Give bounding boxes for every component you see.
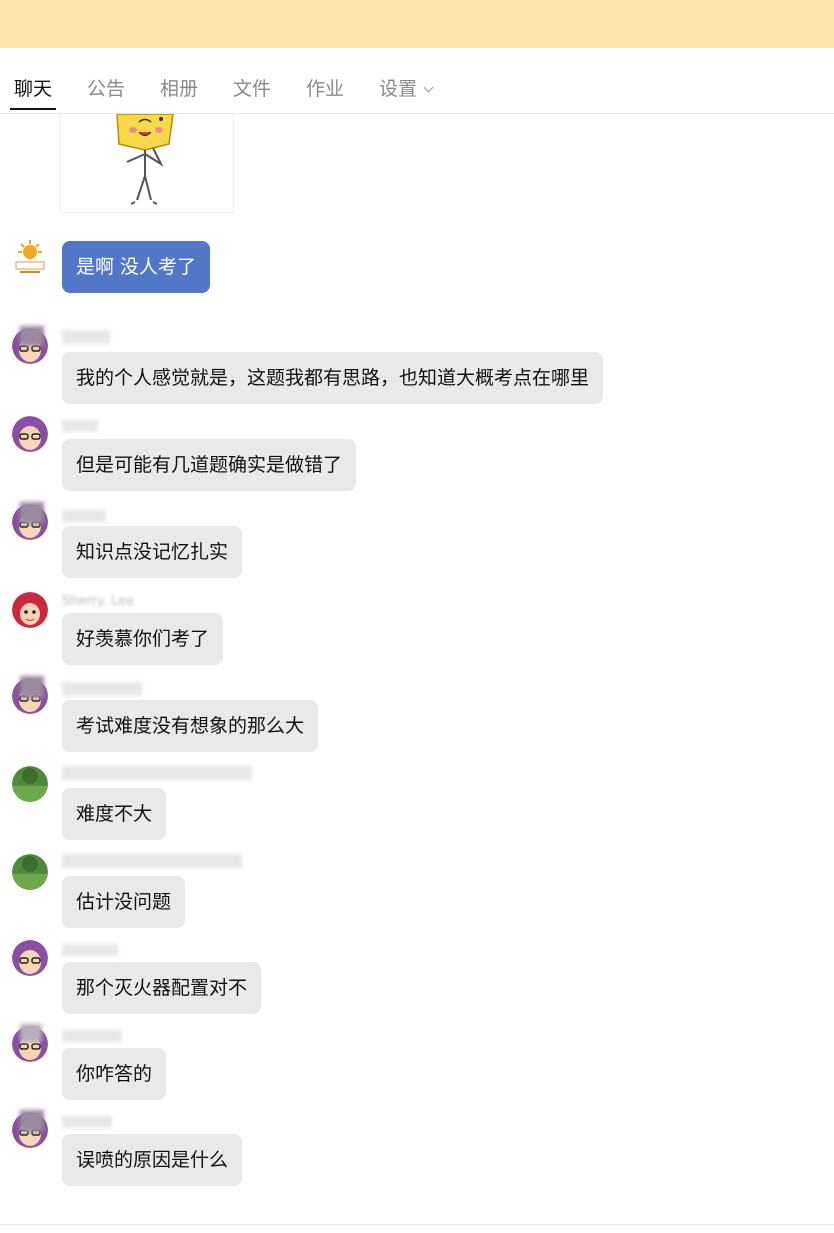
- tab-bar: 聊天 公告 相册 文件 作业 设置: [0, 60, 834, 114]
- divider: [0, 1224, 834, 1225]
- tab-settings[interactable]: 设置: [379, 74, 434, 110]
- landscape-avatar-icon: [12, 854, 48, 890]
- avatar[interactable]: [12, 240, 48, 276]
- top-banner: [0, 0, 834, 48]
- chevron-down-icon: [423, 82, 434, 93]
- name-mosaic: [62, 510, 106, 522]
- chat-area[interactable]: 是啊 没人考了 我的个人感觉就是，这题我都有思路，也知道大概考点在哪里 但是可能…: [0, 114, 834, 1224]
- message-bubble[interactable]: 是啊 没人考了: [62, 241, 211, 293]
- message-bubble[interactable]: 估计没问题: [62, 876, 186, 928]
- tab-album[interactable]: 相册: [160, 74, 198, 110]
- message-bubble[interactable]: 难度不大: [62, 788, 167, 840]
- message-bubble[interactable]: 你咋答的: [62, 1048, 167, 1100]
- message-bubble[interactable]: 知识点没记忆扎实: [62, 526, 243, 578]
- cartoon-avatar-icon: [12, 416, 48, 452]
- avatar[interactable]: [12, 854, 48, 890]
- message-bubble[interactable]: 误喷的原因是什么: [62, 1134, 243, 1186]
- avatar[interactable]: [12, 940, 48, 976]
- tab-announcement[interactable]: 公告: [87, 74, 125, 110]
- cartoon-avatar-icon: [12, 940, 48, 976]
- avatar[interactable]: [12, 416, 48, 452]
- name-mosaic: [62, 682, 142, 696]
- name-mosaic: [62, 1030, 122, 1042]
- tab-chat[interactable]: 聊天: [9, 74, 57, 110]
- name-mosaic: [20, 676, 44, 698]
- landscape-avatar-icon: [12, 766, 48, 802]
- avatar[interactable]: [12, 766, 48, 802]
- name-mosaic: [20, 326, 44, 346]
- name-mosaic: [62, 1116, 112, 1128]
- name-mosaic: [62, 330, 110, 344]
- message-bubble[interactable]: 我的个人感觉就是，这题我都有思路，也知道大概考点在哪里: [62, 352, 604, 404]
- tab-settings-label: 设置: [379, 78, 418, 100]
- name-mosaic: [20, 1110, 44, 1132]
- name-mosaic: [62, 854, 242, 868]
- red-hair-avatar-icon: [12, 592, 48, 628]
- message-bubble[interactable]: 但是可能有几道题确实是做错了: [62, 439, 357, 491]
- name-mosaic: [62, 766, 252, 780]
- message-bubble[interactable]: 考试难度没有想象的那么大: [62, 700, 319, 752]
- sticker-figure-icon: [116, 114, 174, 205]
- sun-logo-icon: [15, 240, 45, 273]
- avatar[interactable]: [12, 592, 48, 628]
- name-mosaic: [20, 502, 44, 524]
- message-bubble[interactable]: 那个灭火器配置对不: [62, 962, 262, 1014]
- message-bubble[interactable]: 好羡慕你们考了: [62, 613, 224, 665]
- sender-name: Sherry. Lee: [62, 594, 135, 609]
- name-mosaic: [62, 420, 98, 432]
- sticker-image[interactable]: [60, 114, 234, 213]
- tab-homework[interactable]: 作业: [306, 74, 344, 110]
- name-mosaic: [62, 944, 118, 956]
- name-mosaic: [20, 1024, 42, 1042]
- tab-files[interactable]: 文件: [233, 74, 271, 110]
